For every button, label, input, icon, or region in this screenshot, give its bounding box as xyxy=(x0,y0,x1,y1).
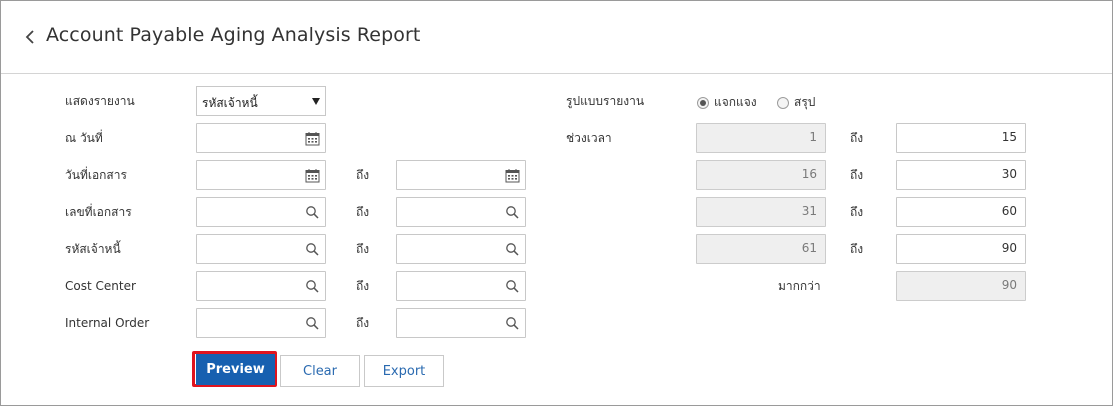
more-than-value: 90 xyxy=(1001,278,1017,292)
period-to-field-3[interactable]: 60 xyxy=(896,197,1026,227)
radio-detail[interactable]: แจกแจง xyxy=(697,93,757,112)
as-of-date-label: ณ วันที่ xyxy=(65,131,103,145)
internal-order-from-field[interactable] xyxy=(196,308,326,338)
radio-unselected-icon xyxy=(777,96,789,109)
back-button[interactable] xyxy=(19,23,41,51)
internal-order-to-label: ถึง xyxy=(356,316,370,330)
calendar-icon[interactable] xyxy=(305,131,320,146)
period-to-field-1[interactable]: 15 xyxy=(896,123,1026,153)
period-to-field-2[interactable]: 30 xyxy=(896,160,1026,190)
internal-order-label: Internal Order xyxy=(65,316,150,330)
calendar-icon[interactable] xyxy=(305,168,320,183)
period-to-label: ถึง xyxy=(850,205,864,219)
search-icon[interactable] xyxy=(505,316,520,331)
internal-order-to-field[interactable] xyxy=(396,308,526,338)
report-window: Account Payable Aging Analysis Report แส… xyxy=(0,0,1113,406)
more-than-label: มากกว่า xyxy=(778,279,821,293)
search-icon[interactable] xyxy=(505,242,520,257)
clear-button[interactable]: Clear xyxy=(280,355,360,387)
period-from-value: 61 xyxy=(801,241,817,255)
cost-center-to-label: ถึง xyxy=(356,279,370,293)
doc-date-label: วันที่เอกสาร xyxy=(65,168,127,182)
caret-down-icon xyxy=(312,98,320,105)
doc-no-label: เลขที่เอกสาร xyxy=(65,205,132,219)
search-icon[interactable] xyxy=(305,205,320,220)
search-icon[interactable] xyxy=(305,242,320,257)
period-to-value: 90 xyxy=(1001,241,1017,255)
period-to-field-4[interactable]: 90 xyxy=(896,234,1026,264)
period-from-field-4: 61 xyxy=(696,234,826,264)
show-report-value: รหัสเจ้าหนี้ xyxy=(202,96,258,110)
period-to-label: ถึง xyxy=(850,131,864,145)
period-to-value: 30 xyxy=(1001,167,1017,181)
period-from-value: 16 xyxy=(801,167,817,181)
period-to-label: ถึง xyxy=(850,168,864,182)
period-from-field-1: 1 xyxy=(696,123,826,153)
search-icon[interactable] xyxy=(505,279,520,294)
page-header: Account Payable Aging Analysis Report xyxy=(1,1,1112,74)
show-report-select[interactable]: รหัสเจ้าหนี้ xyxy=(196,86,326,116)
doc-date-to-label: ถึง xyxy=(356,168,370,182)
radio-summary[interactable]: สรุป xyxy=(777,93,815,112)
vendor-code-to-field[interactable] xyxy=(396,234,526,264)
cost-center-to-field[interactable] xyxy=(396,271,526,301)
period-to-value: 60 xyxy=(1001,204,1017,218)
export-button[interactable]: Export xyxy=(364,355,444,387)
period-label: ช่วงเวลา xyxy=(566,131,612,145)
as-of-date-field[interactable] xyxy=(196,123,326,153)
vendor-code-from-field[interactable] xyxy=(196,234,326,264)
doc-date-from-field[interactable] xyxy=(196,160,326,190)
search-icon[interactable] xyxy=(305,279,320,294)
radio-detail-label: แจกแจง xyxy=(714,95,757,109)
radio-selected-icon xyxy=(697,96,709,109)
cost-center-label: Cost Center xyxy=(65,279,136,293)
vendor-code-label: รหัสเจ้าหนี้ xyxy=(65,242,121,256)
page-title: Account Payable Aging Analysis Report xyxy=(46,24,421,46)
period-to-label: ถึง xyxy=(850,242,864,256)
radio-summary-label: สรุป xyxy=(794,95,816,109)
period-from-field-2: 16 xyxy=(696,160,826,190)
report-format-label: รูปแบบรายงาน xyxy=(566,94,645,108)
period-from-value: 31 xyxy=(801,204,817,218)
chevron-left-icon xyxy=(25,30,34,44)
period-to-value: 15 xyxy=(1001,130,1017,144)
calendar-icon[interactable] xyxy=(505,168,520,183)
show-report-label: แสดงรายงาน xyxy=(65,94,135,108)
doc-no-from-field[interactable] xyxy=(196,197,326,227)
more-than-field: 90 xyxy=(896,271,1026,301)
period-from-field-3: 31 xyxy=(696,197,826,227)
vendor-code-to-label: ถึง xyxy=(356,242,370,256)
doc-no-to-field[interactable] xyxy=(396,197,526,227)
period-from-value: 1 xyxy=(809,130,817,144)
doc-date-to-field[interactable] xyxy=(396,160,526,190)
preview-button[interactable]: Preview xyxy=(196,354,275,385)
doc-no-to-label: ถึง xyxy=(356,205,370,219)
search-icon[interactable] xyxy=(505,205,520,220)
search-icon[interactable] xyxy=(305,316,320,331)
cost-center-from-field[interactable] xyxy=(196,271,326,301)
